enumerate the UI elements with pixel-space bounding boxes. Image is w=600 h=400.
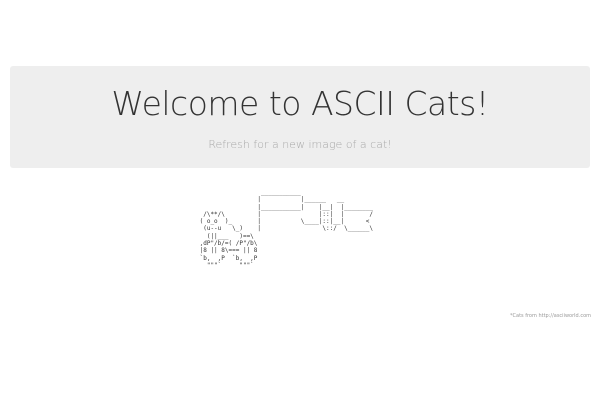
source-credit: *Cats from http://asciiworld.com	[510, 313, 591, 319]
page-title: Welcome to ASCII Cats!	[111, 84, 489, 123]
page-subtitle: Refresh for a new image of a cat!	[208, 138, 392, 151]
ascii-cat-art: ___________ | |______ __ |___________| |…	[199, 189, 374, 269]
page: Welcome to ASCII Cats! Refresh for a new…	[0, 0, 600, 400]
welcome-banner: Welcome to ASCII Cats! Refresh for a new…	[10, 66, 590, 168]
